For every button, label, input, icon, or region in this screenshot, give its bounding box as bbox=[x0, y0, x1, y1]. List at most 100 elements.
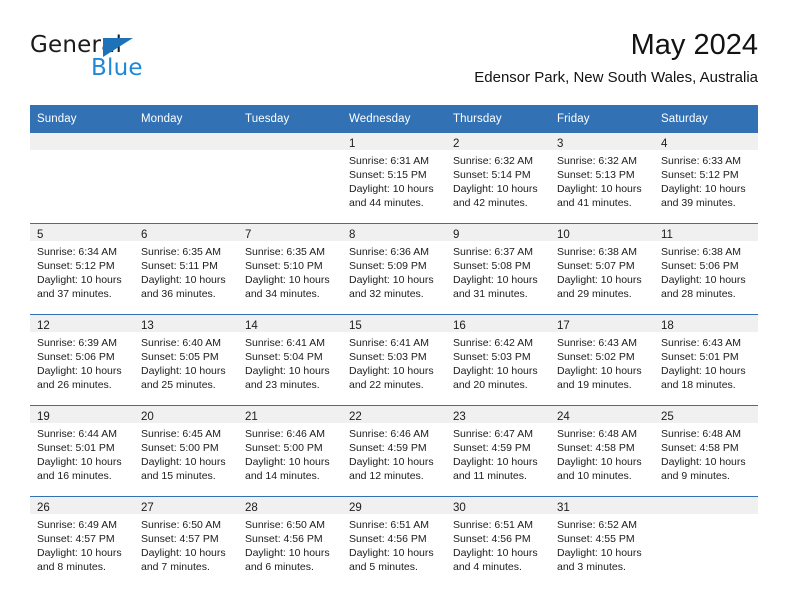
day-cell: 25 Sunrise: 6:48 AM Sunset: 4:58 PM Dayligh… bbox=[654, 405, 758, 497]
day-number-band: 22 bbox=[342, 406, 446, 423]
weekday-header-tuesday: Tuesday bbox=[238, 105, 342, 133]
daylight-text-line1: Daylight: 10 hours bbox=[141, 456, 226, 468]
day-number-band: 21 bbox=[238, 406, 342, 423]
day-cell-body: Sunrise: 6:42 AM Sunset: 5:03 PM Daylight:… bbox=[446, 332, 550, 392]
day-cell: 23 Sunrise: 6:47 AM Sunset: 4:59 PM Dayligh… bbox=[446, 405, 550, 497]
sunset-text: Sunset: 4:59 PM bbox=[453, 442, 531, 454]
sunset-text: Sunset: 5:02 PM bbox=[557, 351, 635, 363]
daylight-text-line2: and 22 minutes. bbox=[349, 379, 424, 391]
day-number: 4 bbox=[661, 138, 668, 150]
page-header: General Blue May 2024 Edensor Park, New … bbox=[30, 28, 758, 90]
day-cell-body: Sunrise: 6:41 AM Sunset: 5:04 PM Daylight:… bbox=[238, 332, 342, 392]
daylight-text-line2: and 32 minutes. bbox=[349, 288, 424, 300]
day-cell-body: Sunrise: 6:46 AM Sunset: 4:59 PM Daylight:… bbox=[342, 423, 446, 483]
day-number: 18 bbox=[661, 320, 674, 332]
day-cell-body: Sunrise: 6:43 AM Sunset: 5:02 PM Daylight:… bbox=[550, 332, 654, 392]
day-number: 19 bbox=[37, 411, 50, 423]
sunrise-text: Sunrise: 6:48 AM bbox=[557, 428, 637, 440]
calendar-table: Sunday Monday Tuesday Wednesday Thursday… bbox=[30, 105, 758, 587]
sunrise-text: Sunrise: 6:50 AM bbox=[245, 519, 325, 531]
day-number-band bbox=[30, 133, 134, 150]
daylight-text-line1: Daylight: 10 hours bbox=[453, 456, 538, 468]
day-number-band: 14 bbox=[238, 315, 342, 332]
sunrise-text: Sunrise: 6:32 AM bbox=[453, 155, 533, 167]
daylight-text-line2: and 25 minutes. bbox=[141, 379, 216, 391]
sunset-text: Sunset: 5:00 PM bbox=[141, 442, 219, 454]
daylight-text-line1: Daylight: 10 hours bbox=[453, 274, 538, 286]
day-number-band: 28 bbox=[238, 497, 342, 514]
day-cell-body: Sunrise: 6:44 AM Sunset: 5:01 PM Daylight:… bbox=[30, 423, 134, 483]
day-cell: 13 Sunrise: 6:40 AM Sunset: 5:05 PM Dayligh… bbox=[134, 314, 238, 406]
daylight-text-line1: Daylight: 10 hours bbox=[37, 456, 122, 468]
day-number-band: 23 bbox=[446, 406, 550, 423]
sunrise-text: Sunrise: 6:45 AM bbox=[141, 428, 221, 440]
daylight-text-line1: Daylight: 10 hours bbox=[349, 456, 434, 468]
sunset-text: Sunset: 5:06 PM bbox=[37, 351, 115, 363]
sunrise-text: Sunrise: 6:49 AM bbox=[37, 519, 117, 531]
day-cell: 27 Sunrise: 6:50 AM Sunset: 4:57 PM Dayligh… bbox=[134, 496, 238, 587]
day-number: 27 bbox=[141, 502, 154, 514]
sunset-text: Sunset: 4:55 PM bbox=[557, 533, 635, 545]
day-cell-body bbox=[238, 150, 342, 154]
day-number: 31 bbox=[557, 502, 570, 514]
day-cell-body: Sunrise: 6:38 AM Sunset: 5:06 PM Daylight:… bbox=[654, 241, 758, 301]
calendar-header-row: Sunday Monday Tuesday Wednesday Thursday… bbox=[30, 105, 758, 133]
day-cell: 8 Sunrise: 6:36 AM Sunset: 5:09 PM Daylight… bbox=[342, 223, 446, 315]
day-cell: 21 Sunrise: 6:46 AM Sunset: 5:00 PM Dayligh… bbox=[238, 405, 342, 497]
day-number-band: 11 bbox=[654, 224, 758, 241]
daylight-text-line1: Daylight: 10 hours bbox=[349, 183, 434, 195]
day-number-band: 29 bbox=[342, 497, 446, 514]
daylight-text-line1: Daylight: 10 hours bbox=[661, 183, 746, 195]
day-cell-body: Sunrise: 6:31 AM Sunset: 5:15 PM Daylight:… bbox=[342, 150, 446, 210]
sunrise-text: Sunrise: 6:32 AM bbox=[557, 155, 637, 167]
daylight-text-line1: Daylight: 10 hours bbox=[141, 365, 226, 377]
daylight-text-line1: Daylight: 10 hours bbox=[141, 547, 226, 559]
day-cell: 6 Sunrise: 6:35 AM Sunset: 5:11 PM Daylight… bbox=[134, 223, 238, 315]
sunset-text: Sunset: 4:56 PM bbox=[453, 533, 531, 545]
day-number: 2 bbox=[453, 138, 460, 150]
day-number: 17 bbox=[557, 320, 570, 332]
day-cell: 20 Sunrise: 6:45 AM Sunset: 5:00 PM Dayligh… bbox=[134, 405, 238, 497]
daylight-text-line2: and 36 minutes. bbox=[141, 288, 216, 300]
day-number-band: 1 bbox=[342, 133, 446, 150]
day-number-band: 19 bbox=[30, 406, 134, 423]
day-cell: 16 Sunrise: 6:42 AM Sunset: 5:03 PM Dayligh… bbox=[446, 314, 550, 406]
day-cell-body bbox=[30, 150, 134, 154]
day-number-band: 9 bbox=[446, 224, 550, 241]
daylight-text-line1: Daylight: 10 hours bbox=[661, 274, 746, 286]
day-cell: 31 Sunrise: 6:52 AM Sunset: 4:55 PM Dayligh… bbox=[550, 496, 654, 587]
sunset-text: Sunset: 5:03 PM bbox=[453, 351, 531, 363]
sunset-text: Sunset: 5:01 PM bbox=[661, 351, 739, 363]
day-number: 1 bbox=[349, 138, 356, 150]
weekday-header-sunday: Sunday bbox=[30, 105, 134, 133]
day-cell: 26 Sunrise: 6:49 AM Sunset: 4:57 PM Dayligh… bbox=[30, 496, 134, 587]
sunrise-text: Sunrise: 6:31 AM bbox=[349, 155, 429, 167]
day-number: 12 bbox=[37, 320, 50, 332]
day-cell: 5 Sunrise: 6:34 AM Sunset: 5:12 PM Daylight… bbox=[30, 223, 134, 315]
daylight-text-line1: Daylight: 10 hours bbox=[141, 274, 226, 286]
day-cell-body: Sunrise: 6:34 AM Sunset: 5:12 PM Daylight:… bbox=[30, 241, 134, 301]
day-number-band: 10 bbox=[550, 224, 654, 241]
sunset-text: Sunset: 5:15 PM bbox=[349, 169, 427, 181]
day-cell-body: Sunrise: 6:35 AM Sunset: 5:11 PM Daylight:… bbox=[134, 241, 238, 301]
daylight-text-line1: Daylight: 10 hours bbox=[557, 365, 642, 377]
day-number-band: 24 bbox=[550, 406, 654, 423]
daylight-text-line2: and 16 minutes. bbox=[37, 470, 112, 482]
daylight-text-line2: and 5 minutes. bbox=[349, 561, 418, 573]
day-cell-body: Sunrise: 6:37 AM Sunset: 5:08 PM Daylight:… bbox=[446, 241, 550, 301]
day-cell: 30 Sunrise: 6:51 AM Sunset: 4:56 PM Dayligh… bbox=[446, 496, 550, 587]
day-number: 5 bbox=[37, 229, 44, 241]
day-cell: 28 Sunrise: 6:50 AM Sunset: 4:56 PM Dayligh… bbox=[238, 496, 342, 587]
day-number-band: 8 bbox=[342, 224, 446, 241]
daylight-text-line2: and 31 minutes. bbox=[453, 288, 528, 300]
sunset-text: Sunset: 4:56 PM bbox=[349, 533, 427, 545]
day-number-band: 15 bbox=[342, 315, 446, 332]
day-number: 3 bbox=[557, 138, 564, 150]
daylight-text-line1: Daylight: 10 hours bbox=[349, 274, 434, 286]
day-cell-body: Sunrise: 6:45 AM Sunset: 5:00 PM Daylight:… bbox=[134, 423, 238, 483]
day-cell-body: Sunrise: 6:36 AM Sunset: 5:09 PM Daylight:… bbox=[342, 241, 446, 301]
day-cell-body: Sunrise: 6:35 AM Sunset: 5:10 PM Daylight:… bbox=[238, 241, 342, 301]
general-blue-logo[interactable]: General Blue bbox=[30, 32, 220, 88]
day-number: 29 bbox=[349, 502, 362, 514]
sunset-text: Sunset: 5:05 PM bbox=[141, 351, 219, 363]
